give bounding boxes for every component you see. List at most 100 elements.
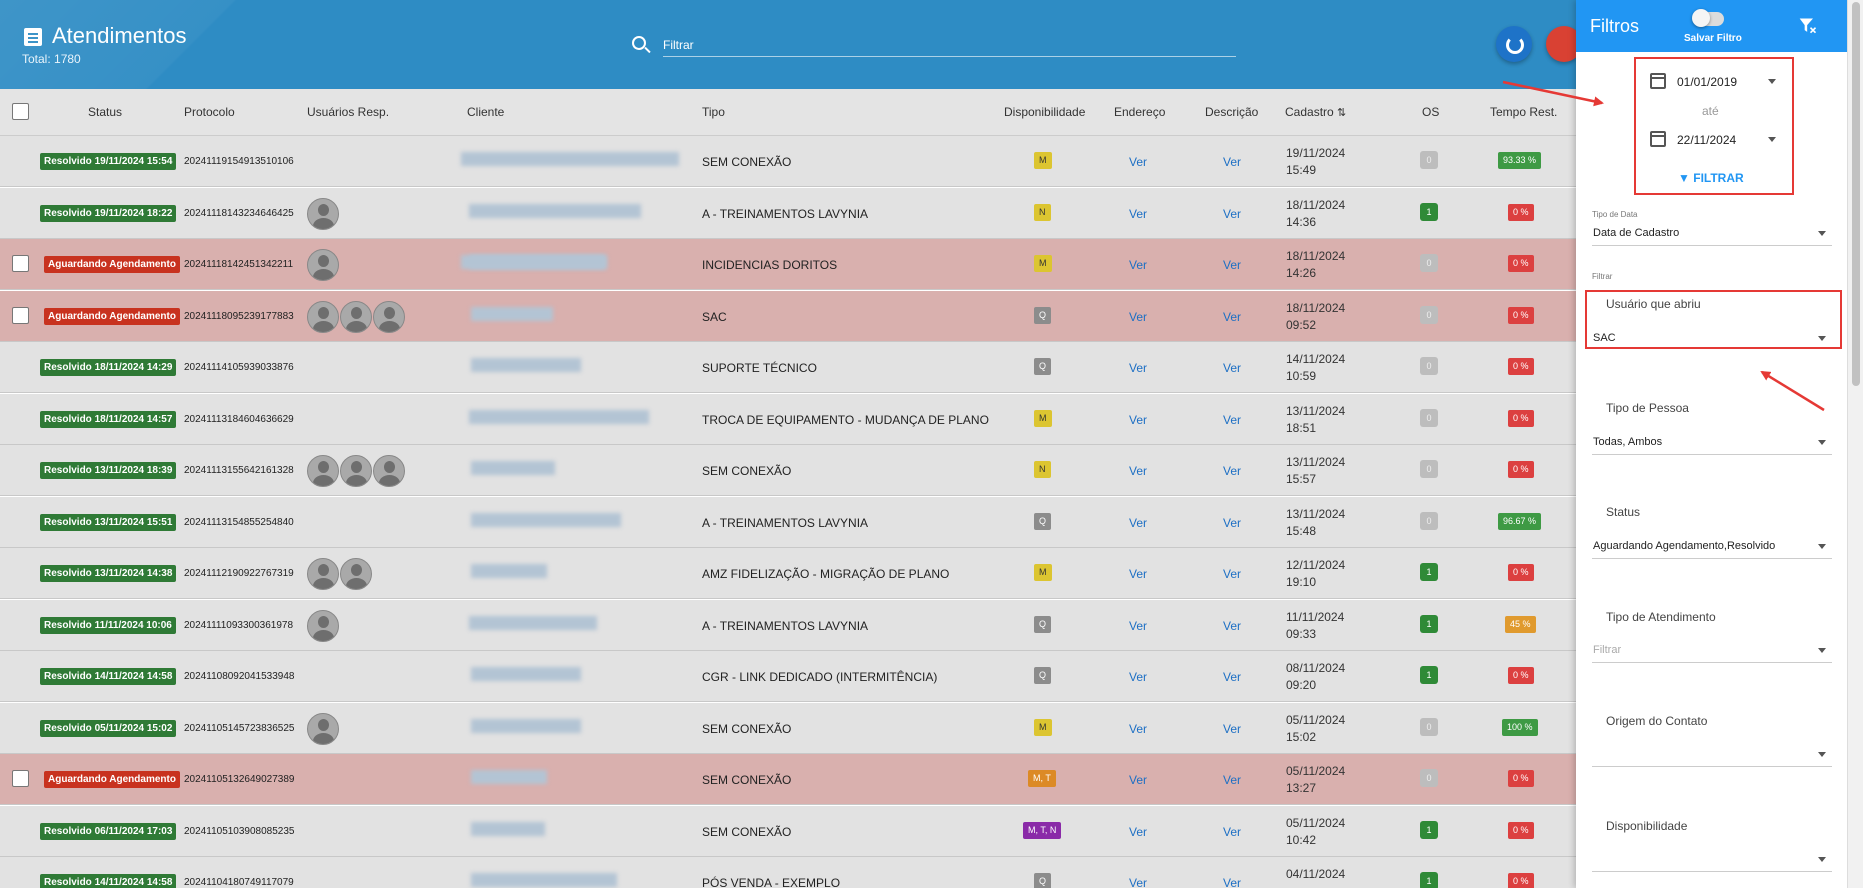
tipo-text: SAC xyxy=(702,309,727,324)
chevron-down-icon[interactable] xyxy=(1768,137,1776,142)
os-count: 1 xyxy=(1420,666,1438,684)
col-os[interactable]: OS xyxy=(1422,105,1439,119)
descricao-link[interactable]: Ver xyxy=(1223,516,1241,530)
scrollbar[interactable] xyxy=(1847,0,1863,888)
table-row[interactable]: Resolvido 13/11/2024 14:38 20241112190922… xyxy=(0,548,1576,599)
date-from[interactable]: 01/01/2019 xyxy=(1677,75,1737,89)
date-to[interactable]: 22/11/2024 xyxy=(1677,133,1736,147)
descricao-link[interactable]: Ver xyxy=(1223,722,1241,736)
tipo-pessoa-select[interactable]: Todas, Ambos xyxy=(1592,431,1832,455)
search-input[interactable] xyxy=(663,33,1236,57)
descricao-link[interactable]: Ver xyxy=(1223,310,1241,324)
endereco-link[interactable]: Ver xyxy=(1129,207,1147,221)
col-protocolo[interactable]: Protocolo xyxy=(184,105,235,119)
status-select[interactable]: Aguardando Agendamento,Resolvido xyxy=(1592,535,1832,559)
select-all-checkbox[interactable] xyxy=(12,103,29,120)
endereco-link[interactable]: Ver xyxy=(1129,310,1147,324)
endereco-link[interactable]: Ver xyxy=(1129,258,1147,272)
table-row[interactable]: Aguardando Agendamento 202411180952391778… xyxy=(0,290,1576,342)
descricao-link[interactable]: Ver xyxy=(1223,464,1241,478)
cadastro-time: 18:51 xyxy=(1286,420,1317,435)
table-row[interactable]: Resolvido 14/11/2024 14:58 20241104180749… xyxy=(0,857,1576,888)
table-row[interactable]: Resolvido 18/11/2024 14:29 20241114105939… xyxy=(0,342,1576,393)
disponibilidade-badge: Q xyxy=(1034,615,1052,633)
descricao-link[interactable]: Ver xyxy=(1223,619,1241,633)
row-checkbox[interactable] xyxy=(12,770,29,787)
tipo-pessoa-label: Tipo de Pessoa xyxy=(1606,401,1689,415)
avatar xyxy=(307,712,339,745)
table-row[interactable]: Resolvido 19/11/2024 15:54 20241119154913… xyxy=(0,136,1576,187)
table-row[interactable]: Resolvido 19/11/2024 18:22 20241118143234… xyxy=(0,187,1576,239)
descricao-link[interactable]: Ver xyxy=(1223,413,1241,427)
endereco-link[interactable]: Ver xyxy=(1129,876,1147,888)
chevron-down-icon[interactable] xyxy=(1768,79,1776,84)
endereco-link[interactable]: Ver xyxy=(1129,825,1147,839)
pdf-export-button[interactable] xyxy=(1546,26,1576,62)
endereco-link[interactable]: Ver xyxy=(1129,464,1147,478)
endereco-link[interactable]: Ver xyxy=(1129,516,1147,530)
col-cliente[interactable]: Cliente xyxy=(467,105,504,119)
tipo-data-select[interactable]: Data de Cadastro xyxy=(1592,222,1832,246)
table-row[interactable]: Resolvido 14/11/2024 14:58 20241108092041… xyxy=(0,651,1576,702)
descricao-link[interactable]: Ver xyxy=(1223,258,1241,272)
avatar xyxy=(307,249,339,281)
calendar-icon[interactable] xyxy=(1650,131,1666,147)
tipo-text: SUPORTE TÉCNICO xyxy=(702,361,817,375)
tipo-text: INCIDENCIAS DORITOS xyxy=(702,258,838,272)
col-disponibilidade[interactable]: Disponibilidade xyxy=(1004,105,1085,119)
origem-select[interactable] xyxy=(1592,743,1832,767)
endereco-link[interactable]: Ver xyxy=(1129,567,1147,581)
table-row[interactable]: Resolvido 06/11/2024 17:03 20241105103908… xyxy=(0,805,1576,857)
endereco-link[interactable]: Ver xyxy=(1129,155,1147,169)
row-checkbox[interactable] xyxy=(12,306,29,324)
protocol-number: 20241105145723836525 xyxy=(184,722,295,734)
endereco-link[interactable]: Ver xyxy=(1129,361,1147,375)
descricao-link[interactable]: Ver xyxy=(1223,773,1241,787)
col-endereco[interactable]: Endereço xyxy=(1114,105,1165,119)
col-tipo[interactable]: Tipo xyxy=(702,105,725,119)
tempo-badge: 45 % xyxy=(1505,615,1536,633)
table-row[interactable]: Aguardando Agendamento 202411181424513422… xyxy=(0,239,1576,290)
tipo-text: PÓS VENDA - EXEMPLO xyxy=(702,876,841,888)
descricao-link[interactable]: Ver xyxy=(1223,361,1241,375)
col-status[interactable]: Status xyxy=(88,105,122,119)
tipo-text: SEM CONEXÃO xyxy=(702,155,792,169)
tipo-atendimento-select[interactable]: Filtrar xyxy=(1592,639,1832,663)
scrollbar-thumb[interactable] xyxy=(1852,2,1860,386)
filter-button[interactable]: ▼ FILTRAR xyxy=(1678,171,1744,185)
tipo-data-label: Tipo de Data xyxy=(1592,210,1638,219)
table-row[interactable]: Resolvido 05/11/2024 15:02 20241105145723… xyxy=(0,702,1576,754)
status-badge: Resolvido 13/11/2024 14:38 xyxy=(40,565,177,582)
endereco-link[interactable]: Ver xyxy=(1129,413,1147,427)
descricao-link[interactable]: Ver xyxy=(1223,670,1241,684)
descricao-link[interactable]: Ver xyxy=(1223,155,1241,169)
refresh-button[interactable] xyxy=(1496,26,1532,62)
endereco-link[interactable]: Ver xyxy=(1129,670,1147,684)
cadastro-datetime: 05/11/2024 15:02 xyxy=(1286,712,1345,746)
table-row[interactable]: Resolvido 11/11/2024 10:06 20241111093300… xyxy=(0,599,1576,651)
usuario-select[interactable]: SAC xyxy=(1592,327,1832,351)
disponibilidade-badge: N xyxy=(1034,203,1051,221)
descricao-link[interactable]: Ver xyxy=(1223,825,1241,839)
calendar-icon[interactable] xyxy=(1650,73,1666,89)
table-row[interactable]: Resolvido 13/11/2024 18:39 20241113155642… xyxy=(0,445,1576,496)
descricao-link[interactable]: Ver xyxy=(1223,567,1241,581)
col-usuarios[interactable]: Usuários Resp. xyxy=(307,105,389,119)
endereco-link[interactable]: Ver xyxy=(1129,773,1147,787)
endereco-link[interactable]: Ver xyxy=(1129,619,1147,633)
endereco-link[interactable]: Ver xyxy=(1129,722,1147,736)
clear-filter-icon[interactable] xyxy=(1798,16,1818,36)
row-checkbox[interactable] xyxy=(12,255,29,272)
table-row[interactable]: Resolvido 13/11/2024 15:51 20241113154855… xyxy=(0,496,1576,548)
table-row[interactable]: Aguardando Agendamento 202411051326490273… xyxy=(0,754,1576,805)
col-tempo[interactable]: Tempo Rest. xyxy=(1490,105,1557,119)
col-cadastro[interactable]: Cadastro ⇅ xyxy=(1285,105,1346,119)
col-descricao[interactable]: Descrição xyxy=(1205,105,1258,119)
descricao-link[interactable]: Ver xyxy=(1223,207,1241,221)
disponibilidade-select[interactable] xyxy=(1592,848,1832,872)
table-row[interactable]: Resolvido 18/11/2024 14:57 20241113184604… xyxy=(0,393,1576,445)
save-filter-toggle[interactable] xyxy=(1692,9,1724,27)
col-cadastro-label: Cadastro xyxy=(1285,105,1334,119)
os-count: 1 xyxy=(1420,872,1438,888)
descricao-link[interactable]: Ver xyxy=(1223,876,1241,888)
